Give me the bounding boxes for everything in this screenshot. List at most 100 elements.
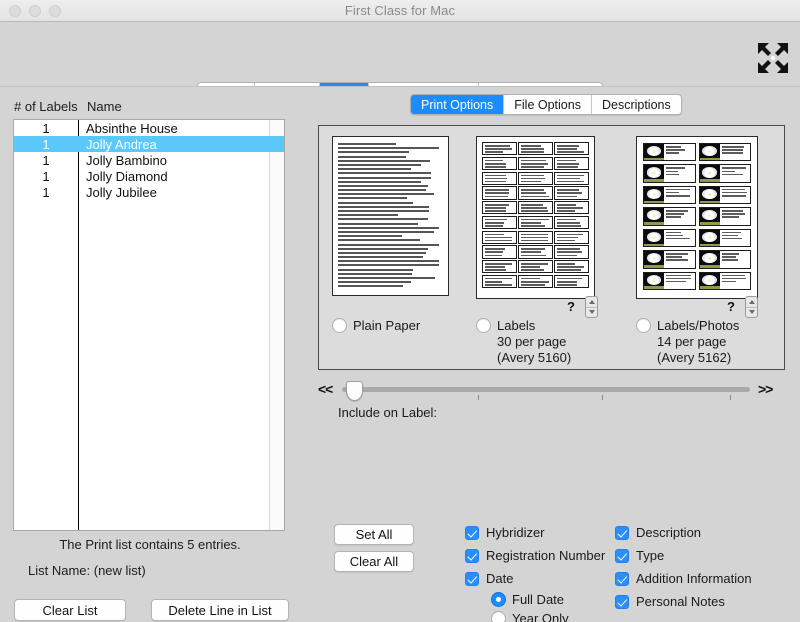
photos-stepper-up[interactable]	[746, 297, 757, 308]
subtab-print-options[interactable]: Print Options	[411, 95, 505, 114]
label-cell	[482, 156, 517, 170]
slider-track[interactable]	[342, 387, 750, 392]
labels-stepper[interactable]	[585, 296, 598, 318]
label-cell	[518, 142, 553, 156]
checkbox-hybridizer-label: Hybridizer	[486, 525, 545, 540]
expand-arrows-icon[interactable]	[754, 39, 792, 77]
label-cell	[518, 245, 553, 259]
label-cell	[482, 215, 517, 229]
labels-photos-preview[interactable]	[636, 136, 758, 299]
labels-preview[interactable]	[476, 136, 595, 299]
paper-preview-box: ? ? Plain Paper Labels 30 per page (Aver…	[318, 125, 785, 370]
set-all-button[interactable]: Set All	[334, 524, 414, 545]
slider-thumb[interactable]	[346, 381, 363, 401]
row-name: Jolly Andrea	[86, 136, 157, 152]
radio-labels[interactable]: Labels	[476, 318, 571, 334]
table-row[interactable]: 1 Absinthe House	[14, 120, 284, 136]
labels-stepper-up[interactable]	[586, 297, 597, 308]
photo-label-cell	[698, 143, 751, 162]
flower-photo-thumbnail	[699, 144, 720, 161]
photos-per-page: 14 per page	[657, 334, 727, 349]
table-row[interactable]: 1 Jolly Bambino	[14, 152, 284, 168]
window-titlebar: First Class for Mac	[0, 0, 800, 22]
row-count: 1	[42, 120, 50, 136]
label-cell	[482, 245, 517, 259]
checkbox-description[interactable]: Description	[615, 525, 752, 540]
checkbox-hybridizer[interactable]: Hybridizer	[465, 525, 605, 540]
radio-full-date-label: Full Date	[512, 592, 565, 607]
slider-right-arrow[interactable]: >>	[758, 381, 773, 397]
radio-labels-photos[interactable]: Labels/Photos	[636, 318, 739, 334]
photo-label-cell	[643, 207, 696, 226]
radio-plain-paper[interactable]: Plain Paper	[332, 318, 420, 334]
clear-all-button[interactable]: Clear All	[334, 551, 414, 572]
checkbox-addition-information[interactable]: Addition Information	[615, 571, 752, 586]
flower-photo-thumbnail	[699, 186, 720, 204]
label-cell	[482, 171, 517, 185]
checkbox-description-label: Description	[636, 525, 702, 540]
flower-photo-thumbnail	[644, 229, 665, 247]
print-list-box[interactable]: 1 Absinthe House 1 Jolly Andrea 1 Jolly …	[13, 119, 285, 531]
row-count: 1	[42, 168, 50, 184]
plain-paper-text-lines	[338, 143, 443, 289]
checkbox-personal-notes-indicator	[615, 594, 629, 609]
label-cell	[518, 186, 553, 200]
include-on-label-heading: Include on Label:	[338, 405, 438, 420]
photo-label-cell	[698, 207, 751, 226]
photo-label-cell	[643, 271, 696, 290]
label-cell	[518, 171, 553, 185]
table-row[interactable]: 1 Jolly Jubilee	[14, 184, 284, 200]
list-entry-count-text: The Print list contains 5 entries.	[59, 537, 241, 552]
subtab-descriptions[interactable]: Descriptions	[591, 95, 681, 114]
checkbox-hybridizer-indicator	[465, 525, 479, 540]
radio-year-only[interactable]: Year Only	[491, 611, 605, 622]
checkbox-registration-number-indicator	[465, 548, 479, 563]
label-cell	[554, 171, 589, 185]
table-row[interactable]: 1 Jolly Andrea	[14, 136, 284, 152]
checkbox-addition-information-indicator	[615, 571, 629, 586]
delete-line-in-list-button[interactable]: Delete Line in List	[151, 599, 289, 621]
date-mode-radio-group: Full Date Year Only	[491, 592, 605, 622]
labels-avery-code: (Avery 5160)	[497, 350, 572, 365]
preview-scroll-slider[interactable]: << >>	[310, 380, 790, 402]
flower-photo-thumbnail	[644, 165, 665, 182]
label-cell	[554, 215, 589, 229]
clear-list-button[interactable]: Clear List	[14, 599, 126, 621]
flower-photo-thumbnail	[644, 208, 665, 225]
row-name: Jolly Jubilee	[86, 184, 157, 200]
label-cell	[518, 201, 553, 215]
table-row[interactable]: 1 Jolly Diamond	[14, 168, 284, 184]
photo-label-cell	[643, 143, 696, 162]
photo-label-cell	[643, 250, 696, 269]
window-title: First Class for Mac	[344, 3, 456, 18]
label-cell	[518, 260, 553, 274]
checkbox-registration-number[interactable]: Registration Number	[465, 548, 605, 563]
include-options-column-a: Hybridizer Registration Number Date Full…	[465, 525, 605, 622]
radio-full-date-indicator	[491, 592, 506, 607]
checkbox-date[interactable]: Date	[465, 571, 605, 586]
label-cell	[518, 156, 553, 170]
row-count: 1	[42, 136, 50, 152]
photos-stepper[interactable]	[745, 296, 758, 318]
radio-year-only-indicator	[491, 611, 506, 622]
photo-label-cell	[698, 250, 751, 269]
checkbox-personal-notes[interactable]: Personal Notes	[615, 594, 752, 609]
radio-labels-indicator	[476, 318, 491, 333]
label-cell	[482, 142, 517, 156]
labels-help-icon[interactable]: ?	[567, 299, 575, 314]
slider-left-arrow[interactable]: <<	[318, 381, 333, 397]
label-cell	[554, 156, 589, 170]
photos-help-icon[interactable]: ?	[727, 299, 735, 314]
slider-tick	[478, 395, 479, 400]
checkbox-type[interactable]: Type	[615, 548, 752, 563]
radio-full-date[interactable]: Full Date	[491, 592, 605, 607]
labels-grid	[482, 142, 589, 288]
labels-stepper-down[interactable]	[586, 308, 597, 318]
photos-stepper-down[interactable]	[746, 308, 757, 318]
include-options-column-b: Description Type Addition Information Pe…	[615, 525, 752, 617]
radio-labels-photos-label: Labels/Photos	[657, 318, 740, 333]
subtab-file-options[interactable]: File Options	[504, 95, 592, 114]
flower-photo-thumbnail	[699, 208, 720, 225]
plain-paper-preview[interactable]	[332, 136, 449, 296]
paper-choice-labels-photos: Labels/Photos 14 per page (Avery 5162)	[636, 318, 739, 366]
